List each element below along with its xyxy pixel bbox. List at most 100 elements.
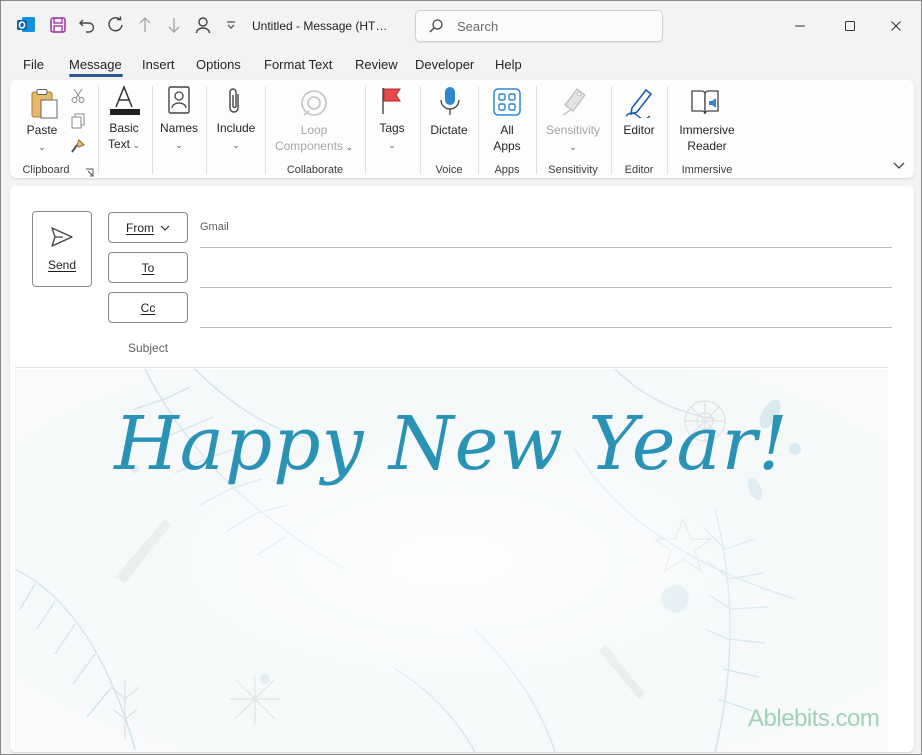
apps-group-label: Apps <box>494 164 520 176</box>
search-box[interactable]: Search <box>415 10 663 42</box>
all-apps-label-line2: Apps <box>493 139 521 153</box>
tags-button[interactable]: Tags ⌄ <box>372 120 412 153</box>
editor-label: Editor <box>623 123 655 137</box>
cc-button[interactable]: Cc <box>108 292 188 323</box>
send-label: Send <box>47 258 77 272</box>
copy-icon[interactable] <box>70 113 86 132</box>
flag-icon[interactable] <box>380 86 404 117</box>
from-account-value: Gmail <box>200 221 229 233</box>
tags-label: Tags <box>379 121 405 135</box>
immersive-reader-icon[interactable] <box>690 87 722 120</box>
to-button[interactable]: To <box>108 252 188 283</box>
to-label: To <box>141 260 155 275</box>
subject-input[interactable] <box>200 334 892 364</box>
message-body[interactable]: Happy New Year! Ablebits.com <box>15 369 888 752</box>
chevron-down-icon: ⌄ <box>175 140 183 150</box>
sensitivity-icon <box>560 87 588 120</box>
chevron-down-icon: ⌄ <box>343 142 354 152</box>
to-input[interactable] <box>200 252 892 286</box>
basic-text-icon[interactable] <box>110 84 140 118</box>
immersive-group-label: Immersive <box>681 164 733 176</box>
address-book-icon[interactable] <box>167 86 191 117</box>
tab-developer[interactable]: Developer <box>415 57 474 72</box>
send-button[interactable]: Send <box>32 211 92 287</box>
outlook-logo-icon <box>15 14 37 36</box>
subject-underline <box>15 367 888 368</box>
include-label: Include <box>216 121 256 135</box>
basic-text-label-line1: Basic <box>109 121 139 135</box>
chevron-down-icon: ⌄ <box>569 142 577 152</box>
immersive-label-line1: Immersive <box>679 123 735 137</box>
minimize-button[interactable] <box>785 13 815 39</box>
include-button[interactable]: Include ⌄ <box>211 120 261 153</box>
basic-text-button[interactable]: Basic Text ⌄ <box>102 120 146 153</box>
collapse-ribbon-icon[interactable] <box>893 160 905 174</box>
maximize-button[interactable] <box>835 13 865 39</box>
outlook-message-window: Untitled - Message (HT… Search File Mess… <box>0 0 922 755</box>
cut-icon[interactable] <box>70 88 86 107</box>
tab-format-text[interactable]: Format Text <box>264 57 332 72</box>
tab-insert[interactable]: Insert <box>142 57 175 72</box>
immersive-label-line2: Reader <box>687 139 727 153</box>
dialog-launcher-icon[interactable] <box>85 166 94 180</box>
all-apps-icon[interactable] <box>493 88 521 119</box>
paste-label: Paste <box>26 123 58 137</box>
basic-text-label-line2: Text <box>107 137 130 151</box>
dictate-label: Dictate <box>430 123 468 137</box>
loop-label-line1: Loop <box>300 123 328 137</box>
tab-options[interactable]: Options <box>196 57 241 72</box>
editor-group-label: Editor <box>624 164 654 176</box>
cc-input[interactable] <box>200 292 892 326</box>
microphone-icon[interactable] <box>439 86 461 121</box>
clipboard-group-label: Clipboard <box>22 164 70 176</box>
customize-dropdown-icon[interactable] <box>220 14 242 36</box>
editor-button[interactable]: Editor <box>616 122 662 138</box>
close-button[interactable] <box>881 13 911 39</box>
loop-components-button: Loop Components ⌄ <box>271 122 357 155</box>
subject-label: Subject <box>128 341 169 355</box>
person-icon[interactable] <box>192 14 214 36</box>
save-icon[interactable] <box>47 14 69 36</box>
window-title: Untitled - Message (HT… <box>252 19 388 33</box>
collaborate-group-label: Collaborate <box>286 164 344 176</box>
loop-components-icon <box>299 89 329 122</box>
compose-area: Send From Gmail To Cc Subject Happy New … <box>10 186 914 752</box>
chevron-down-icon: ⌄ <box>388 140 396 150</box>
chevron-down-icon: ⌄ <box>129 140 141 150</box>
dictate-button[interactable]: Dictate <box>425 122 473 138</box>
format-painter-icon[interactable] <box>70 138 86 157</box>
tab-review[interactable]: Review <box>355 57 398 72</box>
sensitivity-label: Sensitivity <box>545 123 601 137</box>
send-icon <box>50 226 74 251</box>
names-button[interactable]: Names ⌄ <box>157 120 201 153</box>
ablebits-watermark: Ablebits.com <box>748 705 880 732</box>
down-arrow-icon[interactable] <box>163 14 185 36</box>
chevron-down-icon: ⌄ <box>38 142 46 152</box>
sensitivity-button: Sensitivity ⌄ <box>540 122 606 155</box>
undo-icon[interactable] <box>76 14 98 36</box>
title-bar: Untitled - Message (HT… Search <box>1 1 921 51</box>
immersive-reader-button[interactable]: Immersive Reader <box>673 122 741 154</box>
tab-file[interactable]: File <box>23 57 44 72</box>
editor-icon[interactable] <box>624 86 654 121</box>
sensitivity-group-label: Sensitivity <box>548 164 598 176</box>
active-tab-indicator <box>69 74 123 77</box>
redo-icon[interactable] <box>105 14 127 36</box>
paperclip-icon[interactable] <box>226 86 244 119</box>
all-apps-button[interactable]: All Apps <box>484 122 530 154</box>
from-button[interactable]: From <box>108 212 188 243</box>
cc-underline <box>200 327 892 328</box>
tab-help[interactable]: Help <box>495 57 522 72</box>
chevron-down-icon <box>160 221 170 235</box>
paste-icon[interactable] <box>30 88 60 123</box>
voice-group-label: Voice <box>435 164 463 176</box>
paste-button[interactable]: Paste ⌄ <box>24 122 60 155</box>
all-apps-label-line1: All <box>500 123 514 137</box>
search-icon <box>428 18 444 37</box>
names-label: Names <box>159 121 198 135</box>
ribbon: Paste ⌄ Clipboard Basic Text ⌄ Names ⌄ I… <box>10 80 914 178</box>
up-arrow-icon[interactable] <box>134 14 156 36</box>
tab-message[interactable]: Message <box>69 57 122 72</box>
search-placeholder: Search <box>457 19 499 34</box>
to-underline <box>200 287 892 288</box>
